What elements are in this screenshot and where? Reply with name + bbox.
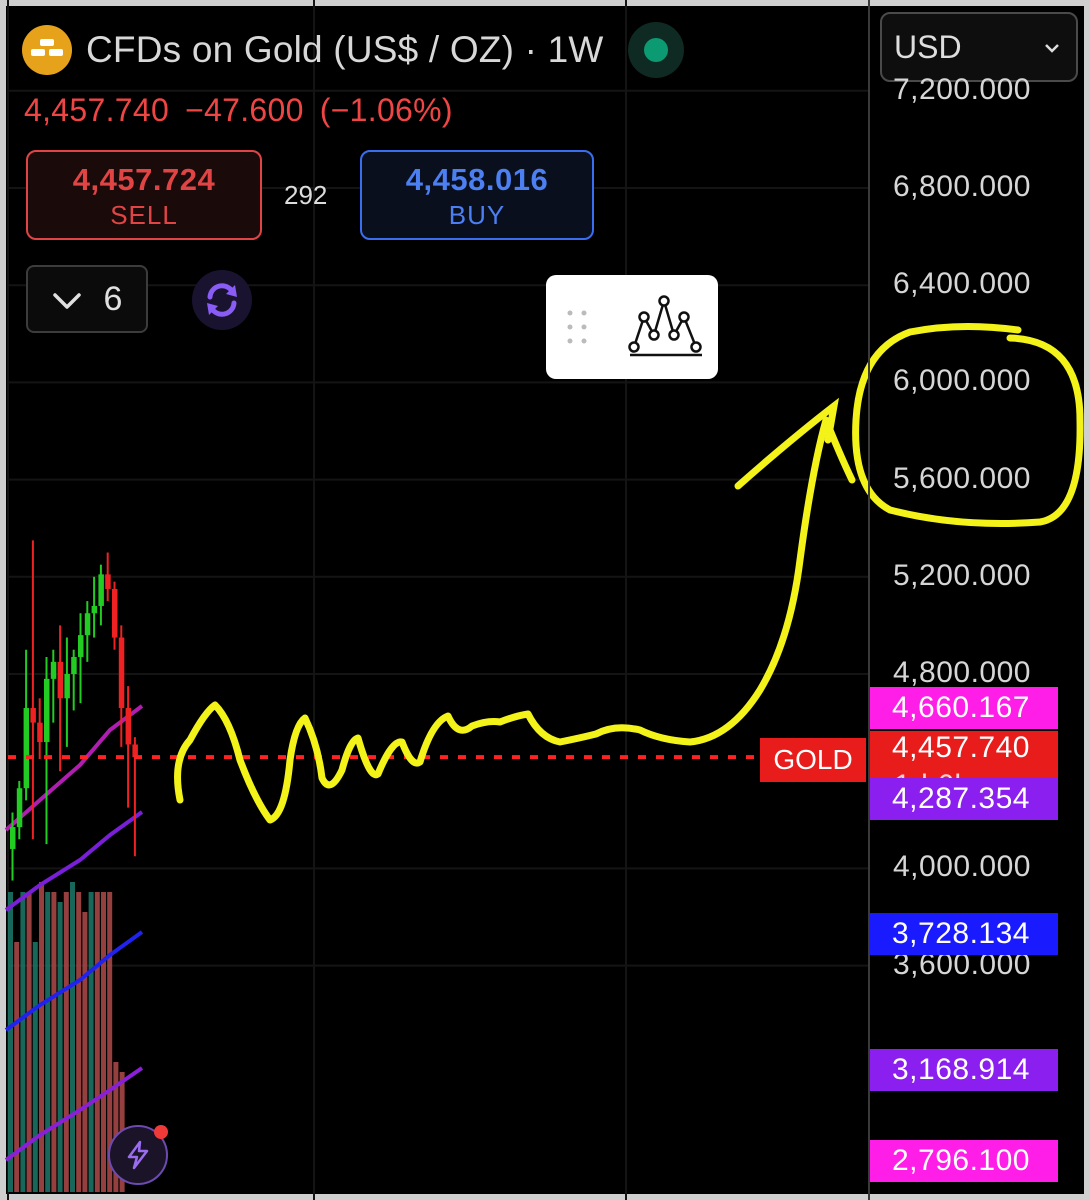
price-axis-tick: 5,200.000 <box>893 558 1031 592</box>
candle-body <box>98 574 104 606</box>
currency-select[interactable]: USD <box>880 12 1078 82</box>
price-axis-tick: 6,000.000 <box>893 364 1031 398</box>
refresh-button[interactable] <box>192 270 252 330</box>
indicators-toggle-button[interactable]: 6 <box>26 265 148 333</box>
volume-bar <box>88 892 94 1192</box>
sell-price: 4,457.724 <box>72 162 216 197</box>
candle-body <box>91 605 98 614</box>
candle-body <box>10 827 16 849</box>
candle-body <box>57 661 64 699</box>
currency-value: USD <box>894 28 962 65</box>
volume-bar <box>51 892 57 1192</box>
candle-body <box>78 635 84 657</box>
volume-bar <box>94 892 100 1192</box>
volume-bar <box>101 892 106 1192</box>
lightning-icon <box>127 1140 149 1170</box>
price-change: −47.600 <box>185 92 304 128</box>
candle-body <box>44 678 50 743</box>
volume-bar <box>45 892 51 1192</box>
candle-body <box>71 656 77 674</box>
volume-bar <box>32 942 38 1192</box>
sell-label: SELL <box>110 200 178 230</box>
indicator-price-badge: 2,796.100 <box>870 1139 1058 1182</box>
candle-body <box>37 722 43 743</box>
price-summary: 4,457.740 −47.600 (−1.06%) <box>24 92 469 129</box>
volume-bar <box>8 892 13 1192</box>
candle-body <box>50 661 57 679</box>
price-axis-tick: 4,000.000 <box>893 850 1031 884</box>
candle-body <box>118 637 125 709</box>
candle-body <box>16 788 23 828</box>
volume-bar <box>26 892 32 1192</box>
market-open-dot-icon <box>643 38 668 62</box>
candle-body <box>30 708 36 723</box>
price-axis-divider <box>868 0 870 1200</box>
pattern-recognition-widget[interactable] <box>546 275 718 379</box>
drag-handle-icon <box>567 310 587 344</box>
price-axis-tick: 4,800.000 <box>893 656 1031 689</box>
current-price-value: 4,457.740 <box>892 731 1030 765</box>
price-axis-tick: 6,800.000 <box>893 170 1031 203</box>
market-status-indicator[interactable] <box>627 22 684 78</box>
chevron-down-icon <box>1044 34 1060 60</box>
gold-bars-icon <box>22 25 72 75</box>
indicator-price-badge: 3,728.134 <box>870 913 1058 956</box>
volume-bar <box>63 892 69 1192</box>
candle-body <box>125 708 132 745</box>
price-axis-tick: 6,400.000 <box>893 267 1031 301</box>
chart-pattern-icon <box>628 295 702 357</box>
candle-body <box>112 588 118 638</box>
notification-dot <box>154 1125 168 1139</box>
candle-body <box>64 674 70 699</box>
candle-body <box>23 708 30 789</box>
spread-value: 292 <box>284 180 328 210</box>
last-price: 4,457.740 <box>24 92 170 128</box>
buy-button[interactable]: 4,458.016 BUY <box>360 150 594 240</box>
indicator-count: 6 <box>103 279 123 318</box>
price-axis-tick: 5,600.000 <box>893 461 1031 495</box>
chevron-down-icon <box>52 280 82 319</box>
quick-action-button[interactable] <box>108 1125 168 1185</box>
volume-bar <box>57 902 63 1192</box>
volume-bar <box>82 912 88 1192</box>
refresh-icon <box>207 283 237 317</box>
indicator-price-badge: 4,660.167 <box>870 686 1058 729</box>
indicator-price-badge: 3,168.914 <box>870 1049 1058 1092</box>
symbol-price-label: GOLD <box>760 738 866 782</box>
price-change-percent: (−1.06%) <box>319 92 453 128</box>
buy-label: BUY <box>448 200 506 230</box>
volume-bar <box>39 882 44 1192</box>
candle-body <box>105 574 111 589</box>
volume-bar <box>70 882 75 1192</box>
symbol-title[interactable]: CFDs on Gold (US$ / OZ) · 1W <box>86 29 604 71</box>
indicator-price-badge: 4,287.354 <box>870 777 1058 820</box>
volume-bar <box>76 892 82 1192</box>
buy-price: 4,458.016 <box>405 162 549 197</box>
price-axis-tick: 7,200.000 <box>893 72 1031 106</box>
candle-body <box>84 613 91 636</box>
chart-header: CFDs on Gold (US$ / OZ) · 1W <box>22 22 684 78</box>
sell-button[interactable]: 4,457.724 SELL <box>26 150 262 240</box>
